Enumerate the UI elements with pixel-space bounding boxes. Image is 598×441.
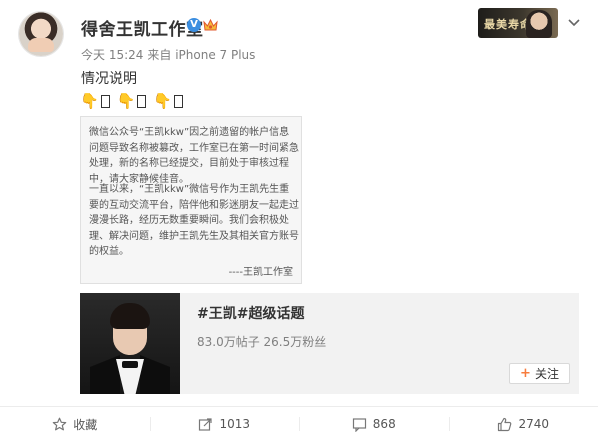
like-button[interactable]: 2740	[448, 407, 598, 441]
statement-paragraph: 微信公众号“王凯kkw”因之前遗留的帐户信息问题导致名称被篡改，工作室已在第一时…	[89, 127, 299, 185]
action-bar: 收藏 1013 868 2740	[0, 407, 598, 441]
comment-icon	[352, 417, 366, 432]
top-banner-image: 最美寿命	[478, 8, 558, 38]
topic-stats: 83.0万帖子 26.5万粉丝	[197, 335, 327, 349]
hand-pointing-down-icon: 👇	[153, 92, 173, 110]
like-count: 2740	[518, 417, 550, 431]
follow-label: 关注	[534, 367, 559, 381]
repost-button[interactable]: 1013	[149, 407, 300, 441]
missing-glyph-icon	[100, 94, 110, 108]
repost-count: 1013	[219, 417, 251, 431]
missing-glyph-icon	[174, 94, 184, 108]
topic-title[interactable]: #王凯#超级话题	[197, 303, 304, 323]
favorite-label: 收藏	[73, 417, 98, 432]
statement-image[interactable]: 微信公众号“王凯kkw”因之前遗留的帐户信息问题导致名称被篡改，工作室已在第一时…	[80, 116, 302, 284]
topic-card[interactable]: #王凯#超级话题 83.0万帖子 26.5万粉丝 + 关注	[80, 293, 579, 394]
plus-icon: +	[520, 366, 531, 381]
post-text: 情况说明	[81, 71, 137, 87]
star-icon	[52, 417, 67, 430]
thumbs-up-icon	[498, 417, 512, 431]
username[interactable]: 得舍王凯工作室	[81, 15, 204, 40]
verified-icon: V	[187, 18, 201, 32]
statement-paragraph: 一直以来，“王凯kkw”微信号作为王凯先生重要的互动交流平台，陪伴他和影迷朋友一…	[89, 184, 299, 257]
statement-signature: ----王凯工作室	[228, 267, 293, 278]
missing-glyph-icon	[137, 94, 147, 108]
hand-pointing-down-icon: 👇	[80, 92, 99, 110]
repost-icon	[199, 417, 213, 431]
follow-button[interactable]: + 关注	[509, 363, 570, 384]
comment-count: 868	[372, 417, 396, 431]
post-meta: 今天 15:24 来自 iPhone 7 Plus	[81, 46, 255, 63]
post-source: 来自 iPhone 7 Plus	[147, 48, 256, 62]
hand-pointing-down-icon: 👇	[116, 92, 136, 110]
comment-button[interactable]: 868	[299, 407, 449, 441]
avatar[interactable]	[19, 12, 63, 56]
chevron-down-icon[interactable]	[566, 14, 582, 30]
emoji-row: 👇 👇 👇	[80, 92, 190, 110]
post-time[interactable]: 今天 15:24	[81, 48, 143, 62]
topic-cover-image	[80, 293, 180, 394]
crown-icon	[203, 18, 218, 31]
favorite-button[interactable]: 收藏	[0, 407, 150, 441]
